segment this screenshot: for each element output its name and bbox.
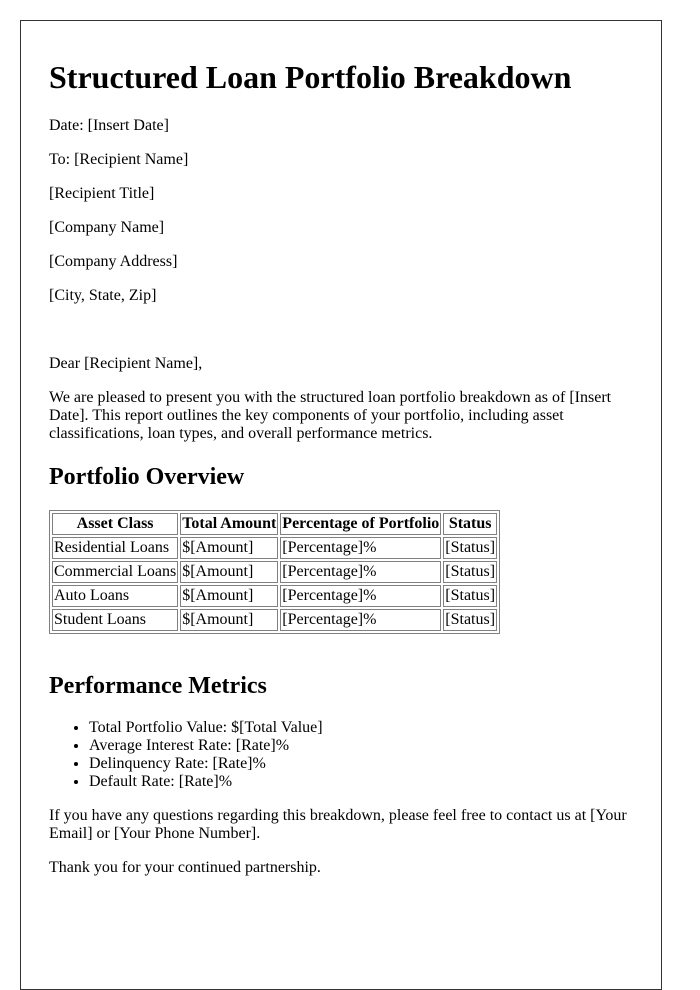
metric-total-value: Total Portfolio Value: $[Total Value] <box>89 719 633 737</box>
status-cell: [Status] <box>443 561 498 583</box>
salutation: Dear [Recipient Name], <box>49 355 203 372</box>
date-line: Date: [Insert Date] <box>49 117 169 134</box>
amount-cell: $[Amount] <box>180 585 279 607</box>
amount-cell: $[Amount] <box>180 537 279 559</box>
header-total-amount: Total Amount <box>180 513 279 535</box>
asset-class-cell: Student Loans <box>52 609 179 631</box>
closing-line: Thank you for your continued partnership… <box>49 859 321 876</box>
city-state-zip-line: [City, State, Zip] <box>49 287 157 304</box>
portfolio-table: Asset Class Total Amount Percentage of P… <box>49 510 501 634</box>
metrics-heading: Performance Metrics <box>49 673 267 699</box>
contact-paragraph: If you have any questions regarding this… <box>49 807 627 842</box>
asset-class-cell: Residential Loans <box>52 537 179 559</box>
overview-heading: Portfolio Overview <box>49 464 245 490</box>
address-block: Date: [Insert Date] To: [Recipient Name]… <box>49 117 633 339</box>
letter-container: Structured Loan Portfolio Breakdown Date… <box>20 20 662 990</box>
metric-default: Default Rate: [Rate]% <box>89 773 633 791</box>
amount-cell: $[Amount] <box>180 561 279 583</box>
asset-class-cell: Commercial Loans <box>52 561 179 583</box>
metrics-list: Total Portfolio Value: $[Total Value] Av… <box>49 719 633 791</box>
amount-cell: $[Amount] <box>180 609 279 631</box>
company-name-line: [Company Name] <box>49 219 165 236</box>
table-row: Commercial Loans $[Amount] [Percentage]%… <box>52 561 498 583</box>
table-row: Student Loans $[Amount] [Percentage]% [S… <box>52 609 498 631</box>
metric-avg-interest: Average Interest Rate: [Rate]% <box>89 737 633 755</box>
page-title: Structured Loan Portfolio Breakdown <box>49 59 572 95</box>
percentage-cell: [Percentage]% <box>280 609 442 631</box>
company-address-line: [Company Address] <box>49 253 178 270</box>
status-cell: [Status] <box>443 537 498 559</box>
header-asset-class: Asset Class <box>52 513 179 535</box>
table-header-row: Asset Class Total Amount Percentage of P… <box>52 513 498 535</box>
percentage-cell: [Percentage]% <box>280 585 442 607</box>
table-row: Auto Loans $[Amount] [Percentage]% [Stat… <box>52 585 498 607</box>
asset-class-cell: Auto Loans <box>52 585 179 607</box>
metric-delinquency: Delinquency Rate: [Rate]% <box>89 755 633 773</box>
intro-paragraph: We are pleased to present you with the s… <box>49 389 612 442</box>
header-percentage: Percentage of Portfolio <box>280 513 442 535</box>
header-status: Status <box>443 513 498 535</box>
recipient-name-line: To: [Recipient Name] <box>49 151 189 168</box>
table-row: Residential Loans $[Amount] [Percentage]… <box>52 537 498 559</box>
recipient-title-line: [Recipient Title] <box>49 185 155 202</box>
percentage-cell: [Percentage]% <box>280 561 442 583</box>
status-cell: [Status] <box>443 609 498 631</box>
status-cell: [Status] <box>443 585 498 607</box>
percentage-cell: [Percentage]% <box>280 537 442 559</box>
